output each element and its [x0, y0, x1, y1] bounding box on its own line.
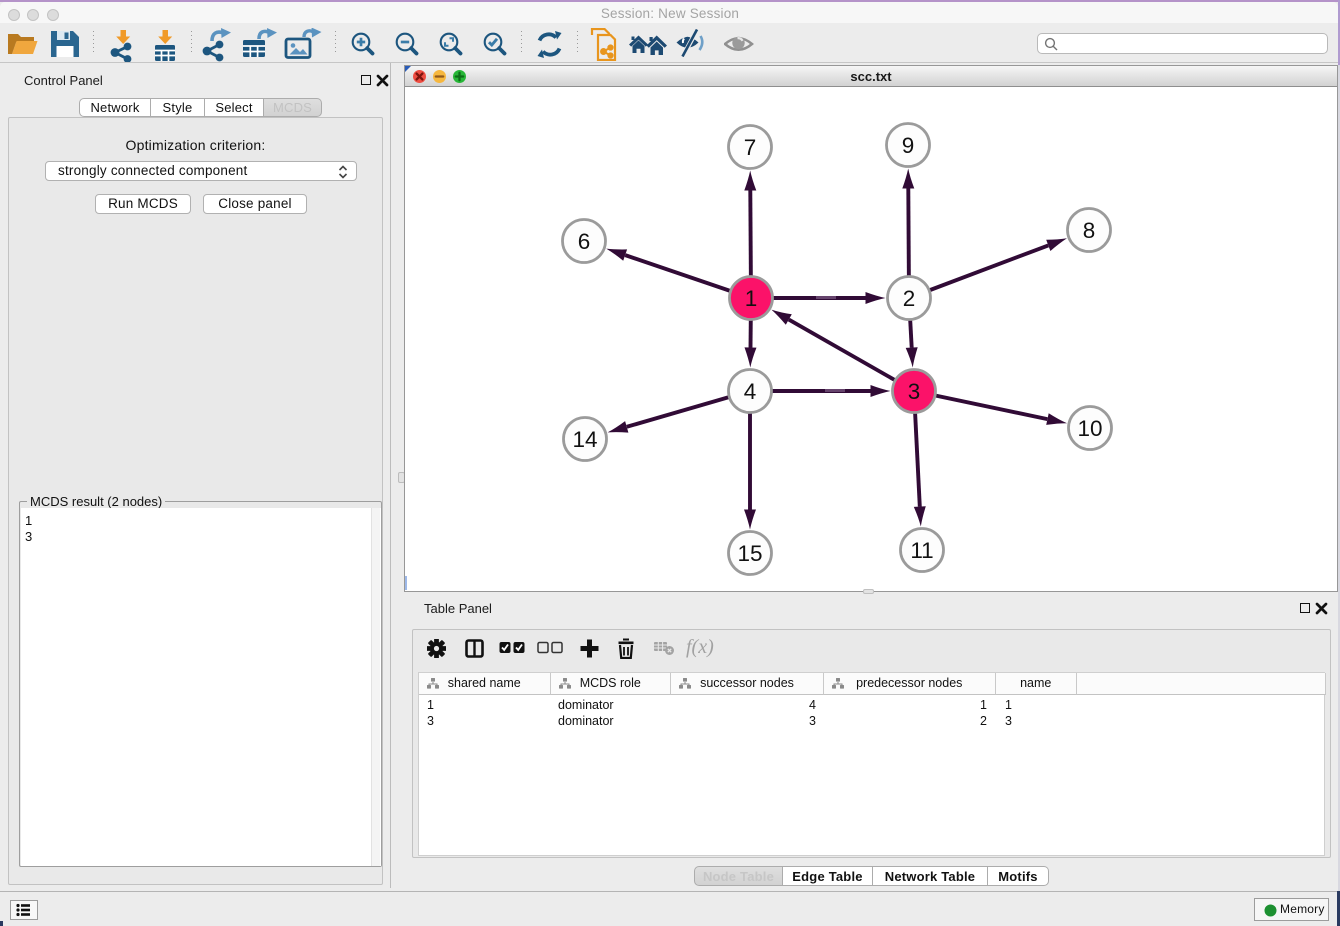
svg-text:15: 15: [737, 541, 762, 566]
svg-text:6: 6: [578, 229, 591, 254]
svg-text:11: 11: [910, 538, 933, 563]
svg-text:10: 10: [1077, 416, 1102, 441]
svg-text:2: 2: [903, 286, 916, 311]
svg-text:14: 14: [572, 427, 597, 452]
svg-text:3: 3: [908, 379, 921, 404]
svg-text:4: 4: [744, 379, 757, 404]
svg-text:1: 1: [745, 286, 758, 311]
svg-text:9: 9: [902, 133, 915, 158]
svg-text:7: 7: [744, 135, 757, 160]
svg-text:8: 8: [1083, 218, 1096, 243]
